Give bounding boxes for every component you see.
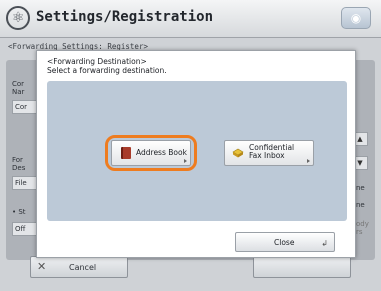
bg-right-text: ne [356,184,365,192]
bg-row-text: Cor [15,103,28,111]
settings-menu-icon[interactable]: ⚛ [6,6,30,30]
bg-right-text: ody rs [356,220,369,236]
address-book-button[interactable]: Address Book [111,140,191,166]
label-line: Fax Inbox [249,151,285,160]
confidential-fax-inbox-label: Confidential Fax Inbox [249,144,294,160]
dialog-title: <Forwarding Destination> [47,57,147,66]
inbox-tray-icon [232,148,244,158]
close-icon: ✕ [37,260,47,273]
bg-right-text: ne [356,201,365,209]
bg-row-label: For Des [12,156,25,172]
address-book-icon [121,147,131,159]
cancel-label: Cancel [69,263,97,272]
submenu-arrow-icon [184,159,187,163]
ok-button [253,256,351,278]
bg-row-text: Off [15,225,26,233]
address-book-label: Address Book [136,148,187,157]
destination-options-area: Address Book Confidential Fax Inbox [47,81,347,221]
bg-row-label: • St [12,208,26,216]
bg-row-label: Cor Nar [12,80,24,96]
return-icon: ↲ [321,239,328,248]
confidential-fax-inbox-button[interactable]: Confidential Fax Inbox [224,140,314,166]
submenu-arrow-icon [307,159,310,163]
close-button[interactable]: Close ↲ [235,232,335,252]
close-label: Close [274,238,295,247]
dialog-heading: <Forwarding Destination> Select a forwar… [47,57,167,75]
cancel-button: ✕ Cancel [30,256,128,278]
dialog-instruction: Select a forwarding destination. [47,66,167,75]
title-bar: ⚛ Settings/Registration ◉ [0,0,381,38]
page-title: Settings/Registration [36,9,214,25]
forwarding-destination-dialog: <Forwarding Destination> Select a forwar… [36,50,356,258]
bg-row-text: File [15,179,27,187]
counter-icon[interactable]: ◉ [341,7,371,29]
bg-row-text: Cor Nar [12,80,25,96]
bg-row-text: • St [12,208,26,216]
bg-row-text: For Des [12,156,26,172]
